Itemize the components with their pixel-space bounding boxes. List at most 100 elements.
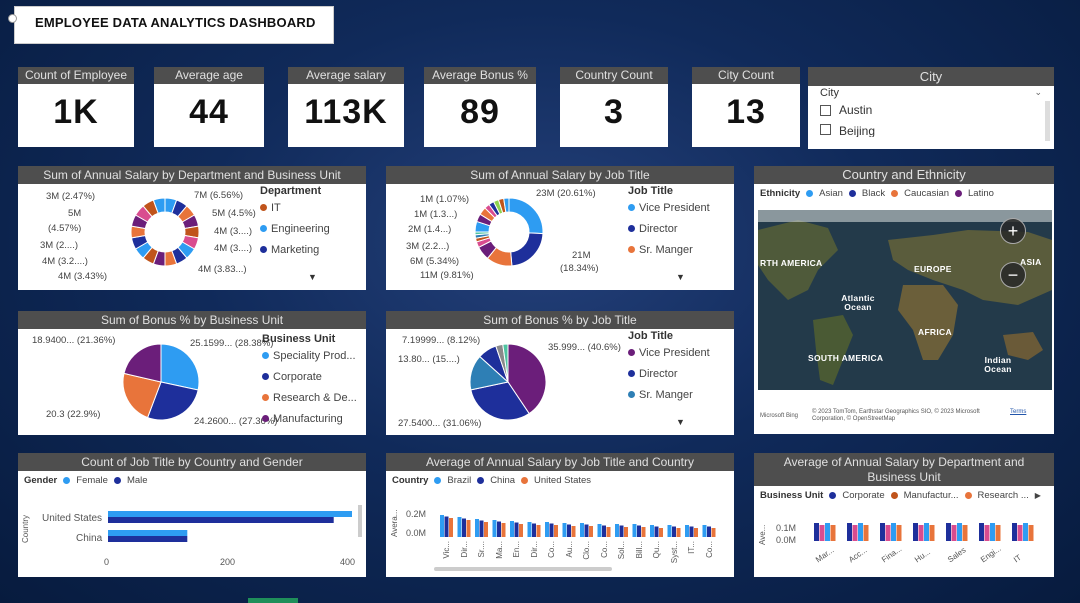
- legend-item[interactable]: Vice President: [628, 342, 710, 363]
- column-bar[interactable]: [979, 523, 984, 541]
- column-bar[interactable]: [597, 524, 602, 537]
- salary-by-department-bu-column-chart[interactable]: Average of Annual Salary by Department a…: [754, 453, 1054, 577]
- column-bar[interactable]: [689, 526, 694, 538]
- legend-item[interactable]: Research & De...: [262, 387, 357, 408]
- column-bar[interactable]: [466, 520, 471, 537]
- column-bar[interactable]: [891, 523, 896, 541]
- bar[interactable]: [108, 511, 352, 517]
- column-bar[interactable]: [492, 520, 497, 537]
- kpi-card-average-bonus[interactable]: Average Bonus % 89: [424, 67, 536, 147]
- column-bar[interactable]: [896, 525, 902, 541]
- column-bar[interactable]: [606, 527, 611, 537]
- column-bar[interactable]: [863, 525, 869, 541]
- column-bar[interactable]: [641, 527, 646, 537]
- column-bar[interactable]: [615, 524, 619, 537]
- column-bar[interactable]: [819, 525, 825, 541]
- column-bar[interactable]: [667, 525, 672, 537]
- zoom-out-icon[interactable]: −: [1000, 262, 1026, 288]
- salary-by-job-title-country-chart[interactable]: Average of Annual Salary by Job Title an…: [386, 453, 734, 577]
- column-bar[interactable]: [913, 523, 918, 541]
- column-bar[interactable]: [567, 524, 571, 538]
- column-bar[interactable]: [440, 515, 444, 537]
- column-bar[interactable]: [659, 528, 663, 537]
- scrollbar[interactable]: [434, 567, 612, 571]
- column-bar[interactable]: [457, 517, 462, 537]
- legend-item[interactable]: Vice President: [628, 197, 710, 218]
- legend-label[interactable]: Asian: [819, 188, 843, 199]
- legend-item[interactable]: Engineering: [260, 218, 330, 239]
- column-bar[interactable]: [984, 525, 990, 541]
- column-bar[interactable]: [1028, 525, 1034, 541]
- bonus-by-business-unit-chart[interactable]: Sum of Bonus % by Business Unit 18.9400.…: [18, 311, 366, 435]
- scrollbar[interactable]: [358, 505, 362, 537]
- salary-by-department-bu-chart[interactable]: Sum of Annual Salary by Department and B…: [18, 166, 366, 290]
- scrollbar[interactable]: [1045, 101, 1050, 141]
- column-bar[interactable]: [924, 523, 929, 541]
- checkbox[interactable]: [820, 104, 831, 116]
- column-bar[interactable]: [1023, 523, 1028, 541]
- column-bar[interactable]: [571, 526, 576, 537]
- legend-item[interactable]: Speciality Prod...: [262, 345, 357, 366]
- column-bar[interactable]: [589, 526, 593, 537]
- column-bar[interactable]: [624, 527, 628, 537]
- legend-item[interactable]: Sr. Manger: [628, 239, 710, 260]
- column-bar[interactable]: [532, 523, 536, 538]
- column-bar[interactable]: [1017, 525, 1023, 541]
- column-bar[interactable]: [702, 525, 707, 537]
- kpi-card-city-count[interactable]: City Count 13: [692, 67, 800, 147]
- column-bar[interactable]: [475, 519, 479, 537]
- page-tab-indicator[interactable]: [248, 598, 298, 603]
- legend-scroll-down-icon[interactable]: ▼: [676, 417, 685, 427]
- column-bar[interactable]: [814, 523, 819, 541]
- column-bar[interactable]: [962, 525, 968, 541]
- bar[interactable]: [108, 536, 188, 542]
- column-bar[interactable]: [554, 525, 558, 537]
- legend-item[interactable]: Corporate: [262, 366, 357, 387]
- kpi-card-country-count[interactable]: Country Count 3: [560, 67, 668, 147]
- column-bar[interactable]: [527, 522, 532, 537]
- column-bar[interactable]: [549, 523, 554, 538]
- kpi-card-employee-count[interactable]: Count of Employee 1K: [18, 67, 134, 147]
- slicer-option-beijing[interactable]: Beijing: [808, 121, 1054, 137]
- legend-item[interactable]: IT: [260, 197, 330, 218]
- column-bar[interactable]: [825, 523, 830, 541]
- column-bar[interactable]: [497, 521, 501, 538]
- column-bar[interactable]: [462, 518, 466, 538]
- column-bar[interactable]: [694, 528, 698, 537]
- column-bar[interactable]: [858, 523, 863, 541]
- column-bar[interactable]: [685, 525, 689, 537]
- column-bar[interactable]: [562, 523, 567, 537]
- legend-item[interactable]: Director: [628, 218, 710, 239]
- salary-by-job-title-chart[interactable]: Sum of Annual Salary by Job Title 1M (1.…: [386, 166, 734, 290]
- donut-slice[interactable]: [510, 232, 544, 267]
- bonus-by-job-title-chart[interactable]: Sum of Bonus % by Job Title 7.19999... (…: [386, 311, 734, 435]
- column-bar[interactable]: [619, 525, 624, 538]
- column-bar[interactable]: [602, 525, 606, 538]
- column-bar[interactable]: [946, 523, 951, 541]
- country-ethnicity-map[interactable]: Country and Ethnicity Ethnicity Asian Bl…: [754, 166, 1054, 434]
- column-bar[interactable]: [632, 524, 637, 537]
- bar[interactable]: [108, 517, 334, 523]
- donut-slice[interactable]: [508, 197, 544, 235]
- column-bar[interactable]: [479, 520, 484, 538]
- column-bar[interactable]: [510, 521, 514, 537]
- column-bar[interactable]: [951, 525, 957, 541]
- column-bar[interactable]: [650, 525, 654, 537]
- legend-scroll-down-icon[interactable]: ▼: [308, 272, 317, 282]
- column-bar[interactable]: [995, 525, 1001, 541]
- column-bar[interactable]: [584, 524, 589, 538]
- chevron-down-icon[interactable]: ⌄: [1034, 87, 1042, 99]
- slicer-header[interactable]: City ⌄: [808, 86, 1054, 99]
- column-bar[interactable]: [852, 525, 858, 541]
- kpi-card-average-age[interactable]: Average age 44: [154, 67, 264, 147]
- zoom-in-icon[interactable]: +: [1000, 218, 1026, 244]
- legend-item[interactable]: Director: [628, 363, 710, 384]
- column-bar[interactable]: [957, 523, 962, 541]
- legend-label[interactable]: Latino: [968, 188, 994, 199]
- map-terms-link[interactable]: Terms: [1010, 409, 1026, 415]
- city-slicer[interactable]: City City ⌄ Austin Beijing: [808, 67, 1054, 149]
- column-bar[interactable]: [885, 525, 891, 541]
- column-bar[interactable]: [830, 525, 836, 541]
- legend-item[interactable]: Sr. Manger: [628, 384, 710, 405]
- column-bar[interactable]: [484, 522, 488, 537]
